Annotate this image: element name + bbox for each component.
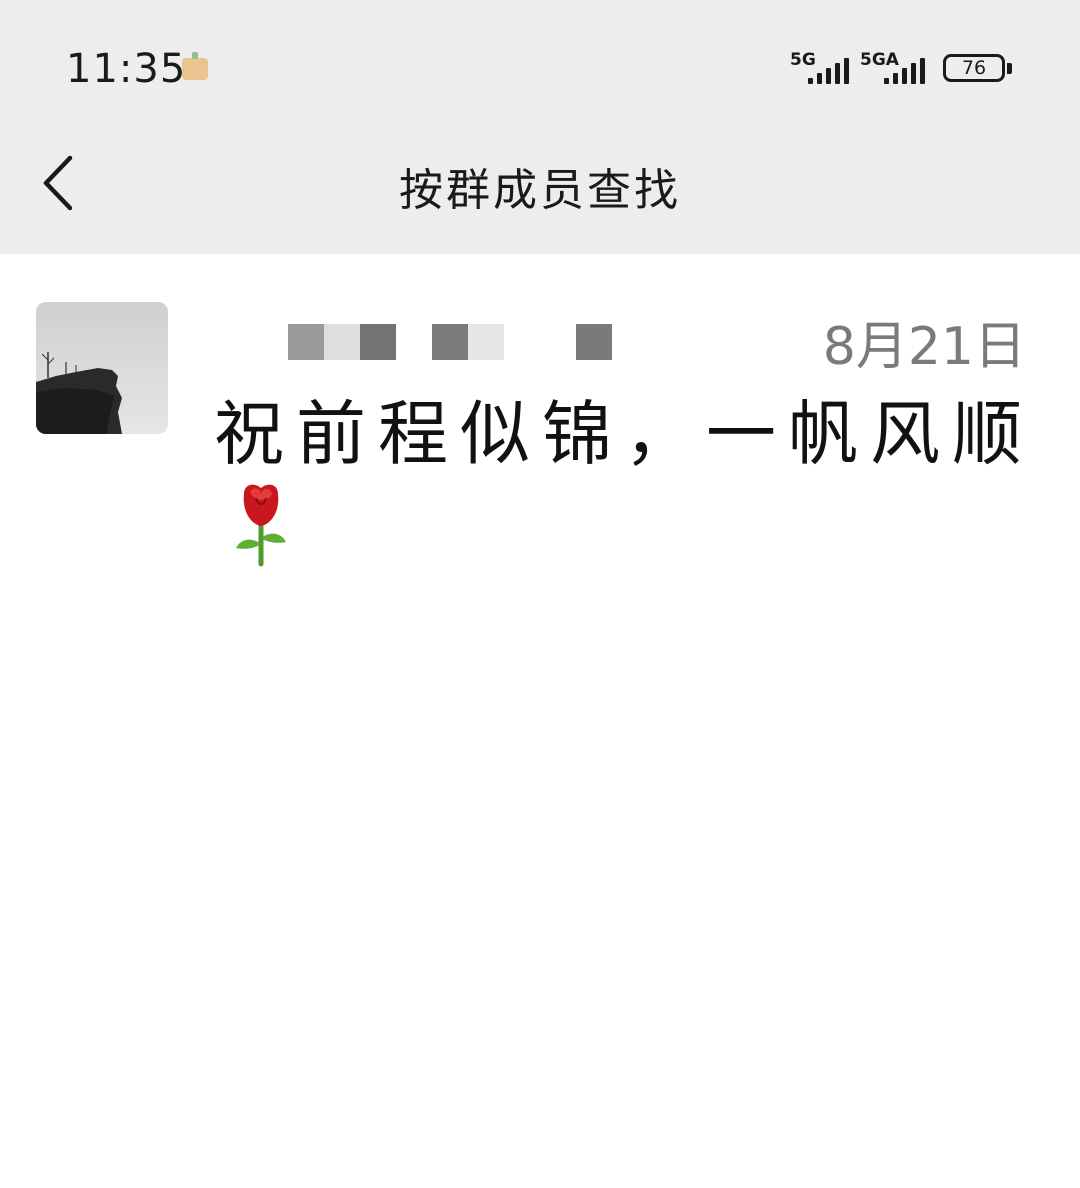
page-title: 按群成员查找 (399, 165, 681, 216)
app-notification-icon (182, 52, 208, 80)
message-text: 祝前程似锦，一帆风顺 (214, 393, 1034, 475)
battery-tip (1007, 63, 1012, 74)
status-time: 11:35 (66, 46, 187, 92)
nav-bar: 按群成员查找 (0, 130, 1080, 254)
sender-name-mosaic (288, 324, 618, 360)
list-item[interactable]: 8月21日 祝前程似锦，一帆风顺 (0, 294, 1080, 594)
rose-emoji (236, 484, 286, 567)
landscape-cliff-avatar (36, 302, 168, 434)
signal-bars-icon (808, 58, 852, 84)
message-date: 8月21日 (822, 317, 1026, 377)
battery-level: 76 (961, 57, 987, 79)
status-bar: 11:35 5G 5GA 76 (0, 0, 1080, 130)
signal-bars-icon (884, 58, 930, 84)
signal-5ga-icon: 5GA (860, 50, 930, 86)
avatar[interactable] (36, 302, 168, 434)
search-results: 8月21日 祝前程似锦，一帆风顺 (0, 254, 1080, 1188)
signal-5g-icon: 5G (790, 50, 852, 86)
battery-icon: 76 (943, 54, 1005, 82)
